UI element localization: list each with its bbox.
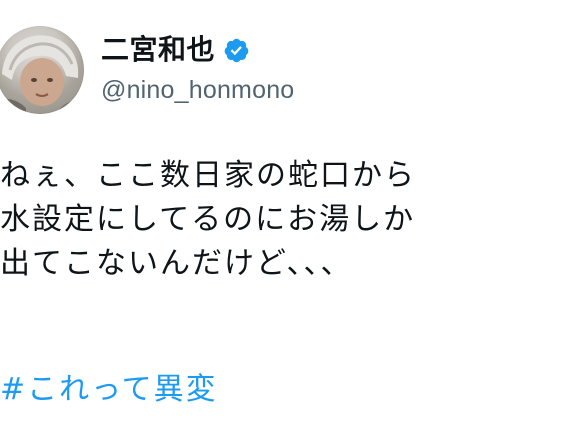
verified-badge-icon xyxy=(223,37,250,64)
hashtag-link[interactable]: #これって異変 xyxy=(0,372,218,407)
tweet-text: ねぇ、ここ数日家の蛇口から 水設定にしてるのにお湯しか 出てこないんだけど、、、 xyxy=(0,154,576,286)
avatar-image xyxy=(0,35,84,114)
name-row: 二宮和也 xyxy=(101,32,294,68)
tweet-header: 二宮和也 @nino_honmono xyxy=(0,22,576,118)
hashtag-row: #これって異変 xyxy=(0,368,576,412)
tweet-text-line: 水設定にしてるのにお湯しか xyxy=(0,202,416,237)
display-name[interactable]: 二宮和也 xyxy=(101,32,215,68)
tweet-card: 二宮和也 @nino_honmono ねぇ、ここ数日家の蛇口から 水設定にしてる… xyxy=(0,0,576,430)
tweet-text-line: ねぇ、ここ数日家の蛇口から xyxy=(0,158,416,193)
author-handle[interactable]: @nino_honmono xyxy=(101,74,294,106)
tweet-text-line: 出てこないんだけど、、、 xyxy=(0,246,353,281)
avatar[interactable] xyxy=(0,26,84,114)
author-info: 二宮和也 @nino_honmono xyxy=(101,32,294,106)
